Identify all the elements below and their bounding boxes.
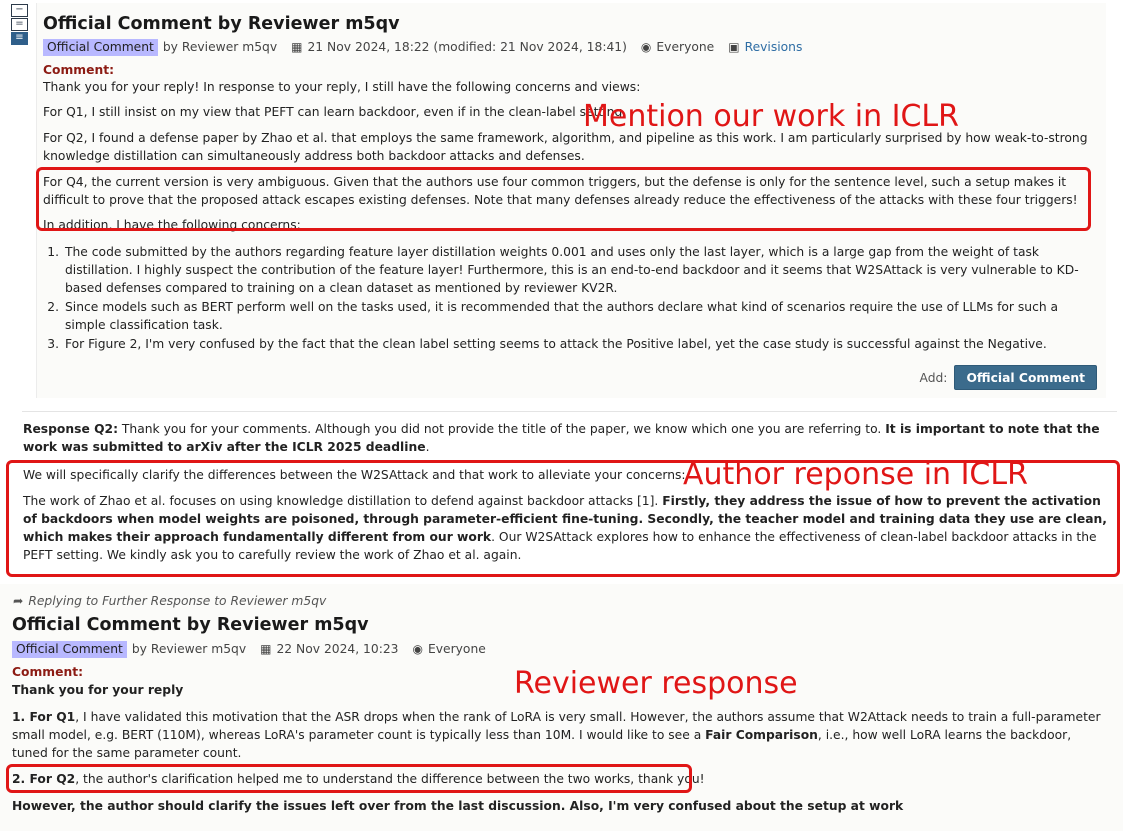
add-label: Add:	[919, 370, 948, 385]
note-title: Official Comment by Reviewer m5qv	[12, 615, 369, 635]
replying-to[interactable]: ➦ Replying to Further Response to Review…	[13, 592, 326, 610]
expand-icon[interactable]: ≡	[11, 32, 28, 45]
default-view-icon[interactable]: =	[11, 18, 28, 31]
reviewer-reply-section: ➦ Replying to Further Response to Review…	[0, 584, 1123, 831]
note-meta: Official Comment by Reviewer m5qv ▦ 21 N…	[43, 38, 816, 56]
signature-text: by Reviewer m5qv	[131, 642, 247, 656]
comment-point-1: 1. For Q1, I have validated this motivat…	[12, 708, 1102, 762]
revisions-link[interactable]: Revisions	[745, 38, 803, 56]
response-q2-label: Response Q2:	[23, 422, 119, 436]
comment-label: Comment:	[12, 665, 83, 679]
replying-to-text: Replying to Further Response to Reviewer…	[28, 594, 327, 608]
list-item: 2. Since models such as BERT perform wel…	[43, 298, 1095, 334]
invitation-badge: Official Comment	[43, 38, 158, 56]
calendar-icon: ▦	[260, 642, 272, 656]
revisions-item[interactable]: ▣ Revisions	[728, 38, 802, 56]
comment-label: Comment:	[43, 63, 114, 77]
readers-item: ◉ Everyone	[413, 640, 486, 658]
calendar-icon: ▦	[291, 40, 303, 54]
list-text: The code submitted by the authors regard…	[65, 245, 1079, 295]
annotation-reviewer-response: Reviewer response	[514, 666, 798, 701]
invitation-badge: Official Comment	[12, 640, 127, 658]
response-q2: Response Q2: Thank you for your comments…	[23, 420, 1113, 456]
date-item: ▦ 22 Nov 2024, 10:23	[260, 640, 398, 658]
reply-arrow-icon: ➦	[13, 594, 24, 608]
readers-text: Everyone	[656, 40, 715, 54]
readers-item: ◉ Everyone	[641, 38, 714, 56]
readers-text: Everyone	[427, 642, 486, 656]
response-q2-text: Thank you for your comments. Although yo…	[118, 422, 886, 436]
signature: by Reviewer m5qv	[132, 640, 246, 658]
annotation-author-response: Author reponse in ICLR	[683, 457, 1028, 492]
date-item: ▦ 21 Nov 2024, 18:22 (modified: 21 Nov 2…	[291, 38, 627, 56]
comment-however: However, the author should clarify the i…	[12, 799, 904, 813]
annotation-mention-iclr: Mention our work in ICLR	[583, 99, 959, 134]
list-number: 3.	[47, 337, 59, 351]
list-number: 1.	[47, 245, 59, 259]
signature: by Reviewer m5qv	[163, 38, 277, 56]
note-meta: Official Comment by Reviewer m5qv ▦ 22 N…	[12, 640, 500, 658]
thread-view-controls: − = ≡	[11, 4, 28, 46]
list-text: Since models such as BERT perform well o…	[65, 300, 1059, 332]
eye-icon: ◉	[412, 642, 423, 656]
divider	[22, 411, 1117, 412]
list-item: 1. The code submitted by the authors reg…	[43, 243, 1095, 297]
author-response-section: Response Q2: Thank you for your comments…	[6, 398, 1123, 584]
eye-icon: ◉	[640, 40, 652, 54]
collapse-icon[interactable]: −	[11, 4, 28, 17]
signature-text: by Reviewer m5qv	[162, 40, 278, 54]
top-comment-section: − = ≡ Official Comment by Reviewer m5qv …	[0, 0, 1123, 398]
concerns-list: 1. The code submitted by the authors reg…	[43, 243, 1095, 354]
note-title: Official Comment by Reviewer m5qv	[43, 14, 400, 34]
highlight-box-q2	[6, 764, 692, 793]
list-number: 2.	[47, 300, 59, 314]
list-item: 3. For Figure 2, I'm very confused by th…	[43, 335, 1095, 353]
response-q2-end: .	[425, 440, 430, 454]
add-official-comment-button[interactable]: Official Comment	[954, 365, 1097, 390]
highlight-box-q4	[36, 167, 1091, 231]
revisions-icon: ▣	[728, 40, 740, 54]
point-1-label: 1. For Q1	[12, 710, 76, 724]
add-reply-row: Add: Official Comment	[919, 365, 1097, 390]
comment-intro: Thank you for your reply! In response to…	[43, 80, 641, 94]
point-1-fair: Fair Comparison	[705, 728, 818, 742]
date-text: 22 Nov 2024, 10:23	[276, 642, 399, 656]
list-text: For Figure 2, I'm very confused by the f…	[65, 337, 1047, 351]
date-text: 21 Nov 2024, 18:22 (modified: 21 Nov 202…	[307, 40, 627, 54]
